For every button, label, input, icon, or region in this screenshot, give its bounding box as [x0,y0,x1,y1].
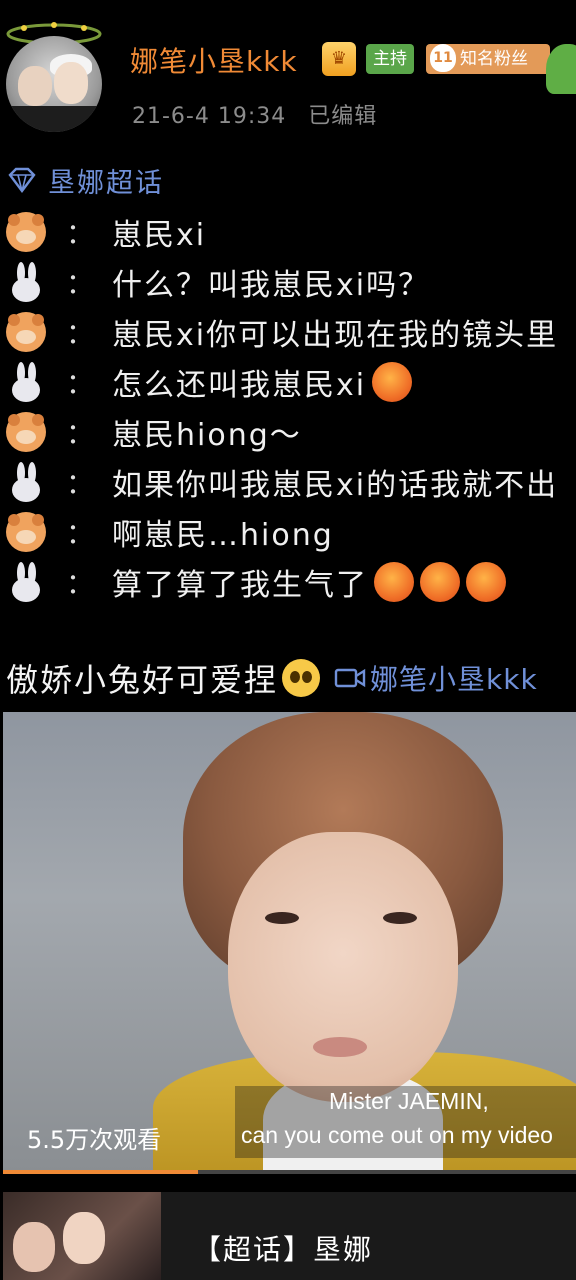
dialog-text: 崽民xi [112,218,207,253]
dialog-colon: ： [66,517,95,550]
username[interactable]: 娜笔小垦kkk [130,40,298,80]
dialog-colon: ： [66,217,95,250]
edited-label: 已编辑 [308,104,378,129]
hamster-icon [6,312,46,352]
hamster-icon [6,212,46,252]
angry-face-icon [372,362,413,402]
video-progress-fill [3,1170,198,1174]
rabbit-icon [6,262,46,302]
frog-icon [546,44,576,94]
host-badge: 主持 [366,44,414,74]
super-topic-link[interactable]: 垦娜超话 [6,162,164,199]
dialog-colon: ： [66,267,95,300]
dialog-line: ： 什么？叫我崽民xi吗？ [6,262,576,303]
view-count: 5.5万次观看 [27,1126,162,1154]
crown-icon: ♛ [322,42,356,76]
dialog-line: ： 崽民xi [6,212,576,253]
dialog-text: 怎么还叫我崽民xi [112,368,367,403]
dialog-colon: ： [66,417,95,450]
hamster-icon [6,512,46,552]
dialog-text: 什么？叫我崽民xi吗？ [112,268,431,303]
video-camera-icon [334,668,366,688]
dialog-text: 啊崽民…hiong [112,518,334,553]
card-title: 【超话】垦娜 [193,1233,374,1266]
hamster-icon [6,412,46,452]
rabbit-icon [6,562,46,602]
angry-face-icon [420,562,461,602]
dialog-colon: ： [66,567,95,600]
dialog-line: ： 怎么还叫我崽民xi [6,362,576,403]
dialog-text: 崽民xi你可以出现在我的镜头里 [112,318,559,353]
caption-text: 傲娇小兔好可爱捏 [6,661,279,699]
post-timestamp: 21-6-4 19:34 已编辑 [132,98,377,130]
dialog-line: ： 如果你叫我崽民xi的话我就不出 [6,462,576,503]
angry-face-icon [466,562,507,602]
rabbit-icon [6,462,46,502]
fan-level-icon: 11 [430,44,456,72]
dialog-text: 如果你叫我崽民xi的话我就不出 [112,468,559,503]
dialog-line: ： 崽民hiong～ [6,412,576,453]
avatar[interactable] [6,36,102,132]
dialog-colon: ： [66,367,95,400]
dialog-colon: ： [66,467,95,500]
card-thumbnail [3,1192,161,1280]
video-player[interactable]: Mister JAEMIN, can you come out on my vi… [3,712,576,1174]
dialog-text: 算了算了我生气了 [112,568,369,603]
dialog-line: ： 算了算了我生气了 [6,562,576,603]
dialog-colon: ： [66,317,95,350]
dialog-text: 崽民hiong～ [112,418,302,453]
diamond-icon [8,167,36,193]
post-caption: 傲娇小兔好可爱捏 娜笔小垦kkk [6,656,538,700]
subtitle-line-1: Mister JAEMIN, [329,1088,489,1114]
super-topic-label: 垦娜超话 [48,167,164,199]
pleading-face-icon [282,659,321,697]
rabbit-icon [6,362,46,402]
timestamp-text: 21-6-4 19:34 [132,104,287,129]
dialog-line: ： 崽民xi你可以出现在我的镜头里 [6,312,576,353]
video-progress-bar[interactable] [3,1170,576,1174]
super-topic-card[interactable]: 【超话】垦娜 [3,1192,576,1280]
subtitle-line-2: can you come out on my video [241,1122,553,1148]
angry-face-icon [374,562,415,602]
video-link[interactable]: 娜笔小垦kkk [370,658,538,698]
dialog-line: ： 啊崽民…hiong [6,512,576,553]
